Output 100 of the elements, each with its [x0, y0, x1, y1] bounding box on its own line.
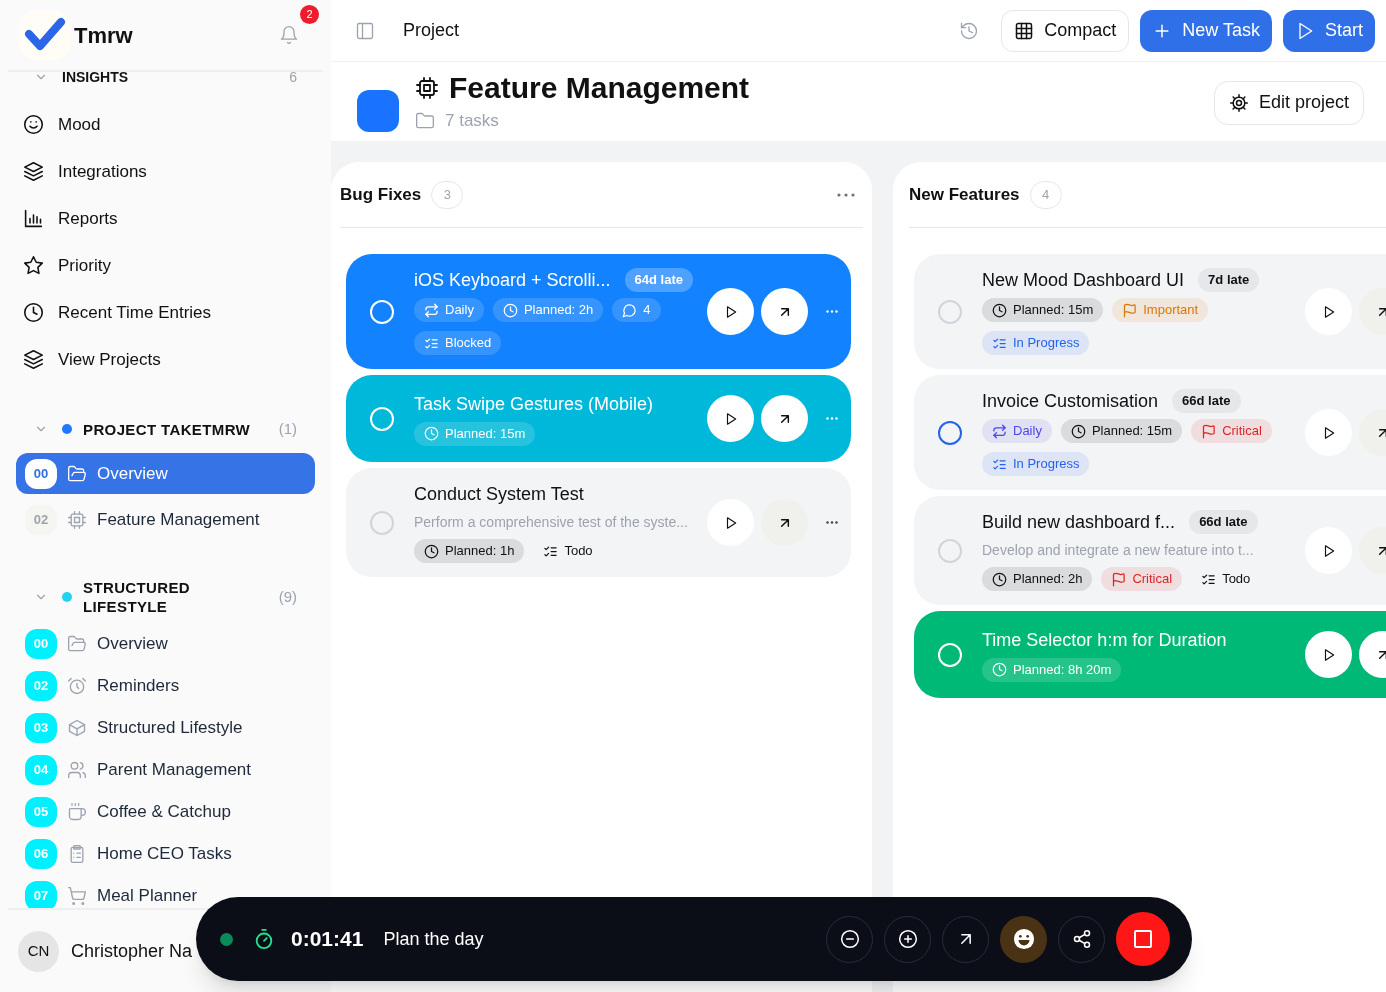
project-group-header[interactable]: STRUCTURED LIFESTYLE (9) [0, 578, 331, 616]
task-tag: In Progress [982, 452, 1090, 476]
sidebar-project-item[interactable]: 04 Parent Management [16, 754, 315, 786]
clock-icon [502, 302, 518, 318]
edit-project-button[interactable]: Edit project [1213, 80, 1364, 125]
sidebar-project-item[interactable]: 00 Overview [16, 453, 315, 494]
chip-icon [415, 75, 439, 100]
sidebar-project-item[interactable]: 05 Coffee & Catchup [16, 796, 315, 828]
checklist-icon [1201, 571, 1217, 587]
sidebar-toggle-button[interactable] [355, 20, 375, 41]
task-count: 7 tasks [445, 109, 499, 132]
task-tag: Daily [982, 419, 1052, 443]
task-tag: Todo [533, 539, 603, 563]
sidebar-item[interactable]: View Projects [0, 344, 331, 375]
clock-icon [424, 426, 439, 441]
checklist-icon [424, 335, 439, 351]
task-menu-button[interactable] [826, 521, 838, 524]
task-tag: Important [1112, 298, 1209, 322]
more-icon [837, 192, 855, 197]
late-badge: 66d late [1189, 510, 1258, 534]
flag-icon [1201, 423, 1217, 439]
sidebar-project-item[interactable]: 06 Home CEO Tasks [16, 838, 315, 870]
page-title: Project [403, 19, 460, 42]
clock-icon [992, 571, 1007, 587]
task-checkbox[interactable] [938, 420, 962, 445]
task-tag: In Progress [982, 331, 1090, 355]
sidebar-item[interactable]: Mood [0, 109, 331, 140]
minus-circle-icon [839, 929, 860, 949]
grinning-face-icon [1012, 928, 1035, 950]
layers-icon [23, 161, 44, 182]
task-description: Develop and integrate a new feature into t... [982, 541, 1255, 560]
app-name: Tmrw [74, 21, 133, 50]
task-tag: Todo [1191, 567, 1261, 591]
cart-icon [67, 886, 87, 906]
share-icon [1071, 929, 1092, 949]
task-card[interactable]: Build new dashboard f... 66d late Develop and integrate a new feature into t... Planned: 2h Critical Todo [914, 496, 1386, 605]
user-name: Christopher Na [71, 939, 193, 963]
history-button[interactable] [959, 20, 980, 41]
sidebar-item[interactable]: Reports [0, 203, 331, 234]
user-avatar[interactable]: CN [18, 930, 59, 972]
play-button[interactable] [707, 395, 754, 442]
sidebar-project-item[interactable]: 00 Overview [16, 628, 315, 660]
sidebar-project-item[interactable]: 02 Reminders [16, 670, 315, 702]
late-badge: 66d late [1172, 389, 1241, 413]
timer-task-name: Plan the day [383, 927, 484, 951]
repeat-icon [992, 423, 1007, 439]
task-title: New Mood Dashboard UI [982, 269, 1185, 292]
sidebar-project-item[interactable]: 02 Feature Management [16, 504, 315, 536]
task-card[interactable]: iOS Keyboard + Scrolli... 64d late Daily Planned: 2h 4 Blocked [346, 254, 851, 369]
open-task-button[interactable] [761, 395, 808, 442]
number-badge: 06 [25, 839, 57, 869]
new-task-button[interactable]: New Task [1140, 9, 1272, 52]
number-badge: 03 [25, 713, 57, 743]
layers-icon [23, 349, 44, 370]
sidebar-project-item[interactable]: 03 Structured Lifestyle [16, 712, 315, 744]
bell-icon [279, 25, 299, 45]
task-title: Time Selector h:m for Duration [982, 628, 1227, 652]
sidebar-item[interactable]: Integrations [0, 156, 331, 187]
task-title: Invoice Customisation [982, 390, 1159, 413]
number-badge: 04 [25, 755, 57, 785]
stop-button[interactable] [1116, 912, 1170, 966]
history-icon [959, 20, 980, 41]
task-title: Conduct System Test [414, 483, 584, 506]
task-card[interactable]: Conduct System Test Perform a comprehensive test of the syste... Planned: 1h Todo [346, 468, 851, 577]
mood-button[interactable] [1000, 915, 1047, 963]
task-card[interactable]: Invoice Customisation 66d late Daily Planned: 15m Critical In Progress [914, 375, 1386, 490]
insights-section-header[interactable]: INSIGHTS 6 [0, 72, 331, 84]
number-badge: 05 [25, 797, 57, 827]
clock-icon [992, 662, 1007, 677]
repeat-icon [424, 302, 439, 318]
notification-badge: 2 [300, 5, 319, 24]
start-button[interactable]: Start [1283, 9, 1375, 52]
column-menu-button[interactable] [837, 192, 855, 197]
flag-icon [1111, 571, 1127, 587]
column-title: Bug Fixes [340, 183, 422, 206]
view-mode-button[interactable]: Compact [1001, 9, 1130, 52]
star-icon [23, 255, 44, 276]
play-button[interactable] [1305, 631, 1352, 678]
sidebar-item[interactable]: Priority [0, 250, 331, 281]
task-tag: Planned: 15m [982, 298, 1104, 322]
play-button[interactable] [707, 288, 754, 335]
sidebar-item[interactable]: Recent Time Entries [0, 297, 331, 328]
number-badge: 02 [25, 505, 57, 535]
task-card[interactable]: New Mood Dashboard UI 7d late Planned: 15m Important In Progress [914, 254, 1386, 369]
project-group-header[interactable]: PROJECT TAKETMRW (1) [0, 417, 331, 441]
clock-icon [424, 543, 439, 559]
checklist-icon [992, 335, 1007, 351]
grid-icon [1014, 20, 1035, 41]
number-badge: 07 [25, 881, 57, 908]
folder-icon [415, 110, 435, 131]
gear-icon [1228, 92, 1249, 113]
open-task-button[interactable] [761, 288, 808, 335]
more-icon [826, 521, 838, 524]
task-tag: Blocked [414, 331, 502, 355]
elapsed-time: 0:01:41 [291, 926, 364, 953]
clock-icon [23, 302, 44, 323]
users-icon [67, 760, 87, 780]
more-icon [826, 310, 838, 313]
coffee-cup-icon [67, 802, 87, 822]
app-logo [20, 10, 70, 60]
